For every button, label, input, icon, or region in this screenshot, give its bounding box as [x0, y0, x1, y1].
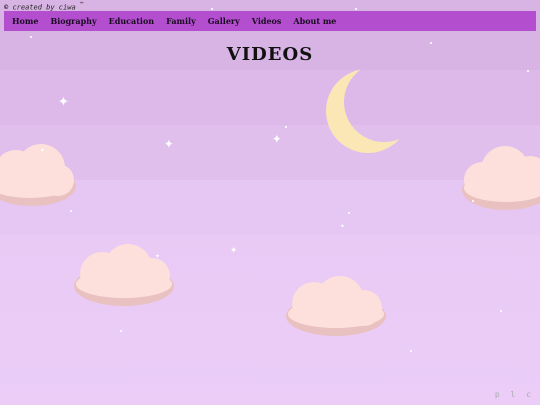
star-dot: [527, 70, 529, 72]
sparkle-icon: ✦: [230, 242, 238, 256]
star-dot: [348, 212, 350, 214]
nav-home[interactable]: Home: [12, 16, 38, 26]
star-dot: [285, 126, 287, 128]
star-dot: [70, 210, 72, 212]
cloud-middle: [74, 244, 174, 306]
star-dot: [120, 330, 122, 332]
sparkle-icon: ✦: [155, 251, 160, 260]
credit-line: © created by ciwa ™: [4, 2, 83, 11]
sparkle-icon: ✦: [272, 128, 282, 147]
cloud-lower-right: [286, 276, 386, 336]
top-nav: Home Biography Education Family Gallery …: [4, 11, 536, 31]
star-dot: [355, 8, 357, 10]
star-dot: [472, 200, 474, 202]
moon-icon: [326, 69, 410, 153]
sparkle-icon: ✦: [164, 133, 174, 152]
page-title: VIDEOS: [226, 44, 314, 65]
sparkle-icon: ✦: [40, 145, 45, 154]
sparkle-icon: ✦: [58, 90, 69, 111]
watermark-text: p l c: [494, 390, 534, 399]
background-sky: © created by ciwa ™ Home Biography Educa…: [0, 0, 540, 405]
nav-education[interactable]: Education: [109, 16, 154, 26]
sparkle-icon: ✦: [340, 221, 345, 230]
cloud-right: [462, 146, 540, 210]
star-dot: [430, 42, 432, 44]
nav-family[interactable]: Family: [166, 16, 196, 26]
nav-videos[interactable]: Videos: [252, 16, 282, 26]
star-dot: [500, 310, 502, 312]
star-dot: [410, 350, 412, 352]
cloud-left: [0, 144, 76, 206]
star-dot: [30, 36, 32, 38]
trademark-symbol: ™: [79, 2, 84, 8]
nav-about-me[interactable]: About me: [293, 16, 336, 26]
star-dot: [211, 8, 213, 10]
nav-biography[interactable]: Biography: [50, 16, 96, 26]
nav-gallery[interactable]: Gallery: [208, 16, 240, 26]
